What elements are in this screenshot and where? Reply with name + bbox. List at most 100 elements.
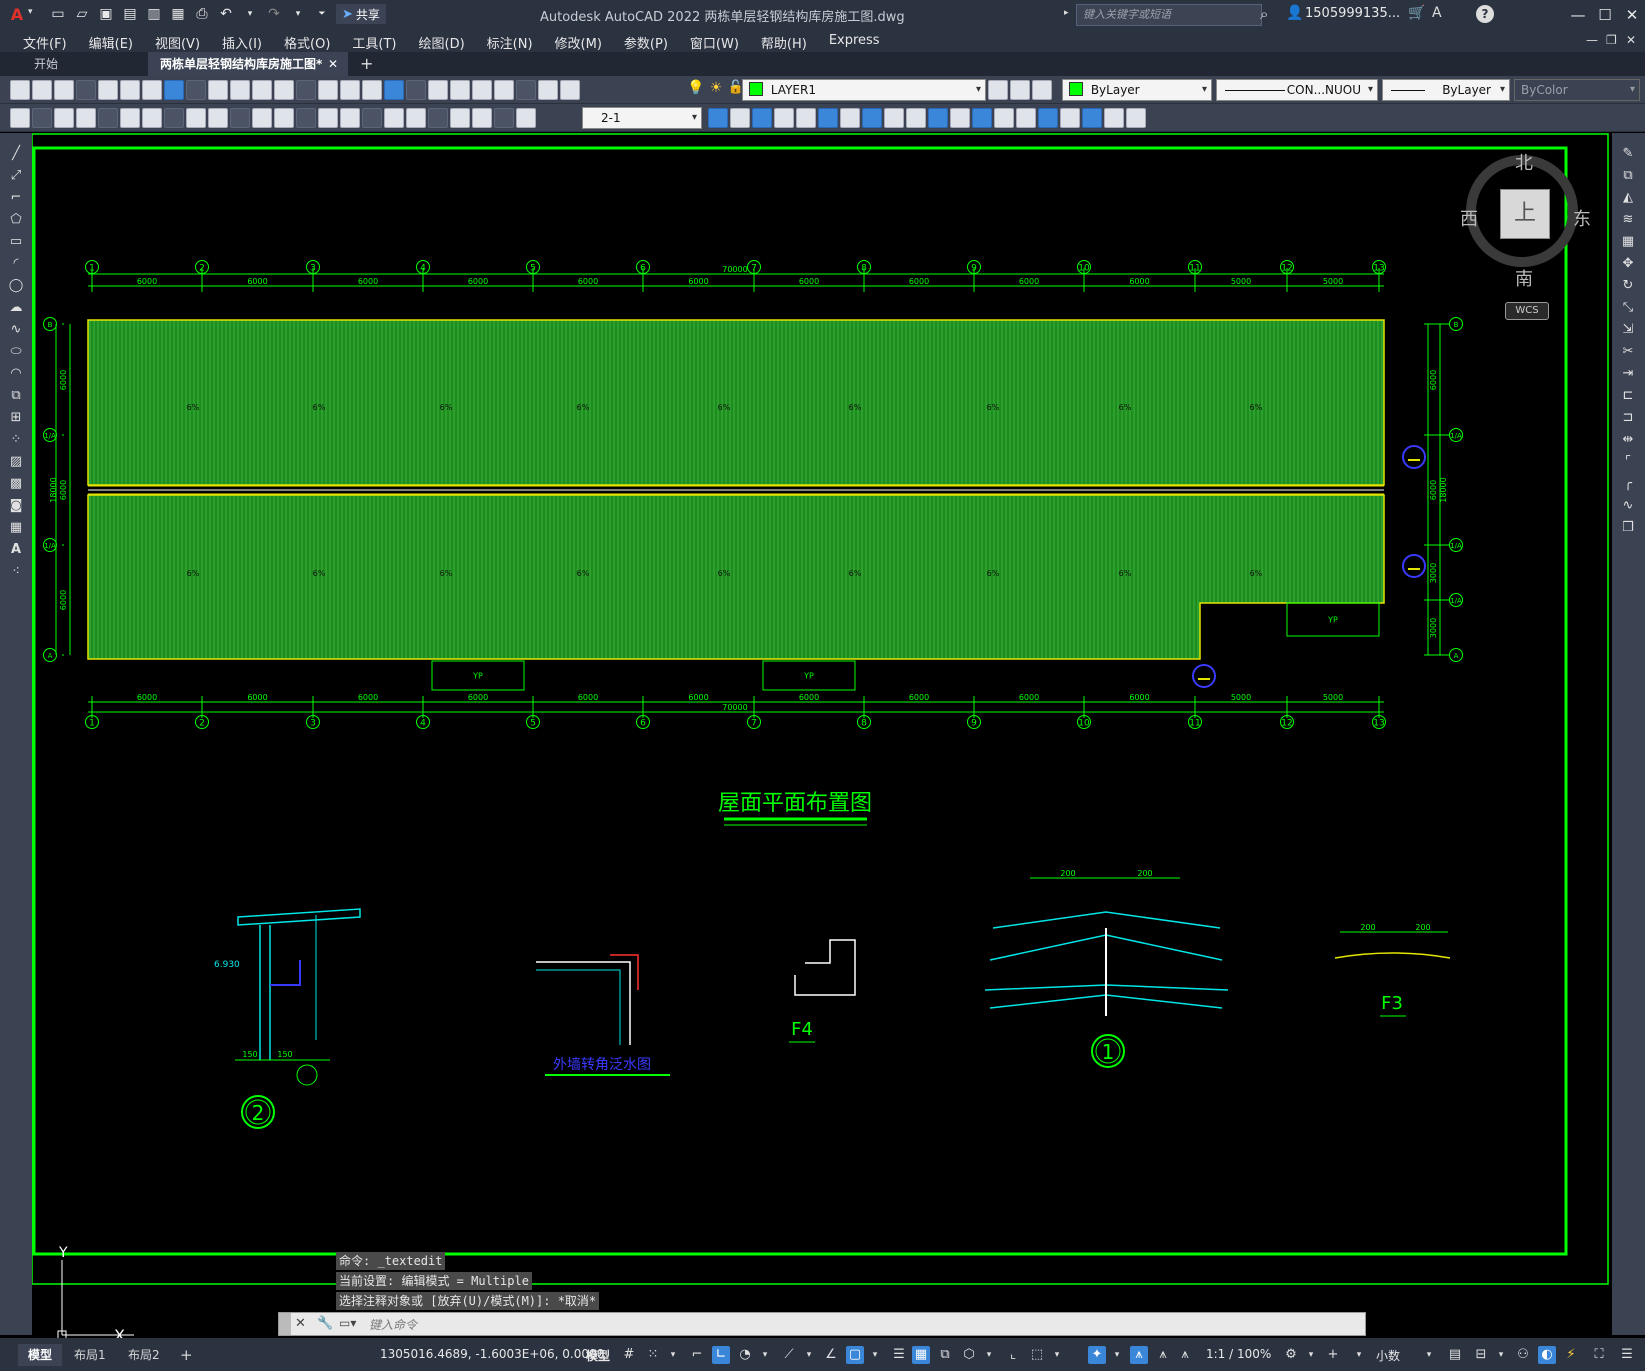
standard-tool-3-icon[interactable] xyxy=(54,80,74,100)
units-dropdown-icon[interactable]: ▾ xyxy=(1420,1346,1438,1364)
add-selected-icon[interactable]: ⁖ xyxy=(6,563,26,581)
standard-tool-12-icon[interactable] xyxy=(252,80,272,100)
dimension-tool-17-icon[interactable] xyxy=(362,108,382,128)
viewcube-east[interactable]: 东 xyxy=(1573,205,1591,231)
autocad-logo-icon[interactable]: A xyxy=(6,4,28,26)
search-icon[interactable]: ⌕ xyxy=(1260,5,1268,23)
make-block-icon[interactable]: ⊞ xyxy=(6,409,26,427)
mtext-tool-icon[interactable]: A xyxy=(6,541,26,559)
maximize-icon[interactable]: ☐ xyxy=(1592,4,1618,26)
layer-dropdown[interactable]: LAYER1 ▾ xyxy=(742,79,986,101)
linetype-dropdown[interactable]: CON...NUOU ▾ xyxy=(1216,79,1378,101)
units-value[interactable]: 小数 xyxy=(1376,1347,1400,1364)
fillet-tool-icon[interactable]: ╭ xyxy=(1618,475,1638,493)
chamfer-tool-icon[interactable]: ⌜ xyxy=(1618,453,1638,471)
model-space-toggle[interactable]: 模型 xyxy=(586,1347,610,1364)
3d-osnap-icon[interactable]: ⬡ xyxy=(960,1346,978,1364)
isolate-objects-icon[interactable]: ⚇ xyxy=(1514,1346,1532,1364)
help-icon[interactable]: ? xyxy=(1476,5,1494,23)
save-as-icon[interactable]: ▤ xyxy=(120,4,140,24)
standard-tool-20-icon[interactable] xyxy=(428,80,448,100)
search-input[interactable]: 键入关键字或短语 xyxy=(1076,4,1262,26)
standard-tool-23-icon[interactable] xyxy=(494,80,514,100)
menu-express[interactable]: Express xyxy=(818,30,891,52)
standard-tool-10-icon[interactable] xyxy=(208,80,228,100)
redo-dropdown-icon[interactable]: ▾ xyxy=(288,4,308,24)
dimension-tool-24-icon[interactable] xyxy=(516,108,536,128)
drawing-canvas[interactable]: 6% 6% 6% 6% 6% 6% 6% 6% 6% 6% 6% 6% 6% 6% 6% 6% 6% 6% YP YP… xyxy=(32,133,1612,1345)
menu-modify[interactable]: 修改(M) xyxy=(544,30,613,52)
osnap-icon[interactable]: ▢ xyxy=(846,1346,864,1364)
dimension-tool-15-icon[interactable] xyxy=(318,108,338,128)
construction-line-icon[interactable]: ⤢ xyxy=(6,167,26,185)
annotation-scale-value[interactable]: 1:1 / 100% xyxy=(1206,1347,1271,1361)
viewcube-top-face[interactable]: 上 xyxy=(1500,189,1550,239)
standard-tool-25-icon[interactable] xyxy=(538,80,558,100)
dimension-tool-7-icon[interactable] xyxy=(142,108,162,128)
standard-tool-14-icon[interactable] xyxy=(296,80,316,100)
standard-tool-8-icon[interactable] xyxy=(164,80,184,100)
polar-dropdown-icon[interactable]: ▾ xyxy=(756,1346,774,1364)
menu-format[interactable]: 格式(O) xyxy=(273,30,341,52)
polyline-tool-icon[interactable]: ⌐ xyxy=(6,189,26,207)
menu-tools[interactable]: 工具(T) xyxy=(341,30,407,52)
menu-window[interactable]: 窗口(W) xyxy=(679,30,750,52)
viewcube-west[interactable]: 西 xyxy=(1460,205,1478,231)
modify-tool-12-icon[interactable] xyxy=(950,108,970,128)
doc-close-icon[interactable]: ✕ xyxy=(1626,33,1636,47)
insert-block-icon[interactable]: ⧉ xyxy=(6,387,26,405)
fullscreen-icon[interactable]: ⛶ xyxy=(1590,1346,1608,1364)
line-tool-icon[interactable]: ╱ xyxy=(6,145,26,163)
doc-minimize-icon[interactable]: — xyxy=(1586,33,1598,47)
app-menu-chevron-icon[interactable]: ▾ xyxy=(28,7,33,17)
command-close-icon[interactable]: ✕ xyxy=(295,1316,306,1331)
offset-tool-icon[interactable]: ≋ xyxy=(1618,211,1638,229)
standard-tool-26-icon[interactable] xyxy=(560,80,580,100)
lock-ui-dropdown-icon[interactable]: ▾ xyxy=(1492,1346,1510,1364)
clean-screen-icon[interactable]: ⚡ xyxy=(1562,1346,1580,1364)
dimension-tool-22-icon[interactable] xyxy=(472,108,492,128)
modify-tool-7-icon[interactable] xyxy=(840,108,860,128)
hatch-tool-icon[interactable]: ▨ xyxy=(6,453,26,471)
dimension-tool-6-icon[interactable] xyxy=(120,108,140,128)
dimstyle-dropdown[interactable]: 2-1 ▾ xyxy=(582,107,702,129)
open-file-icon[interactable]: ▱ xyxy=(72,4,92,24)
make-current-layer-icon[interactable] xyxy=(988,80,1008,100)
dynamic-ucs-icon[interactable]: ⌞ xyxy=(1004,1346,1022,1364)
modify-tool-13-icon[interactable] xyxy=(972,108,992,128)
dimension-tool-23-icon[interactable] xyxy=(494,108,514,128)
undo-icon[interactable]: ↶ xyxy=(216,4,236,24)
modify-tool-3-icon[interactable] xyxy=(752,108,772,128)
dimension-tool-4-icon[interactable] xyxy=(76,108,96,128)
standard-tool-15-icon[interactable] xyxy=(318,80,338,100)
cart-icon[interactable]: 🛒 xyxy=(1408,5,1425,21)
menu-edit[interactable]: 编辑(E) xyxy=(78,30,144,52)
redo-icon[interactable]: ↷ xyxy=(264,4,284,24)
layer-thaw-icon[interactable]: ☀ xyxy=(706,80,726,100)
gizmo-dropdown-icon[interactable]: ▾ xyxy=(1108,1346,1126,1364)
standard-tool-19-icon[interactable] xyxy=(406,80,426,100)
modify-tool-19-icon[interactable] xyxy=(1104,108,1124,128)
plot-icon[interactable]: ⎙ xyxy=(192,4,212,24)
move-tool-icon[interactable]: ✥ xyxy=(1618,255,1638,273)
standard-tool-4-icon[interactable] xyxy=(76,80,96,100)
menu-help[interactable]: 帮助(H) xyxy=(750,30,818,52)
dimension-tool-20-icon[interactable] xyxy=(428,108,448,128)
modify-tool-6-icon[interactable] xyxy=(818,108,838,128)
array-tool-icon[interactable]: ▦ xyxy=(1618,233,1638,251)
gradient-tool-icon[interactable]: ▩ xyxy=(6,475,26,493)
standard-tool-9-icon[interactable] xyxy=(186,80,206,100)
join-tool-icon[interactable]: ⇹ xyxy=(1618,431,1638,449)
dimension-tool-14-icon[interactable] xyxy=(296,108,316,128)
tab-document[interactable]: 两栋单层轻钢结构库房施工图* ✕ xyxy=(148,52,348,76)
dimension-tool-8-icon[interactable] xyxy=(164,108,184,128)
mirror-tool-icon[interactable]: ◭ xyxy=(1618,189,1638,207)
menu-view[interactable]: 视图(V) xyxy=(144,30,211,52)
standard-tool-17-icon[interactable] xyxy=(362,80,382,100)
command-customize-icon[interactable]: 🔧 xyxy=(317,1316,333,1331)
dimension-tool-5-icon[interactable] xyxy=(98,108,118,128)
ortho-icon[interactable]: ∟ xyxy=(712,1346,730,1364)
lineweight-display-icon[interactable]: ☰ xyxy=(890,1346,908,1364)
standard-tool-18-icon[interactable] xyxy=(384,80,404,100)
dimension-tool-13-icon[interactable] xyxy=(274,108,294,128)
